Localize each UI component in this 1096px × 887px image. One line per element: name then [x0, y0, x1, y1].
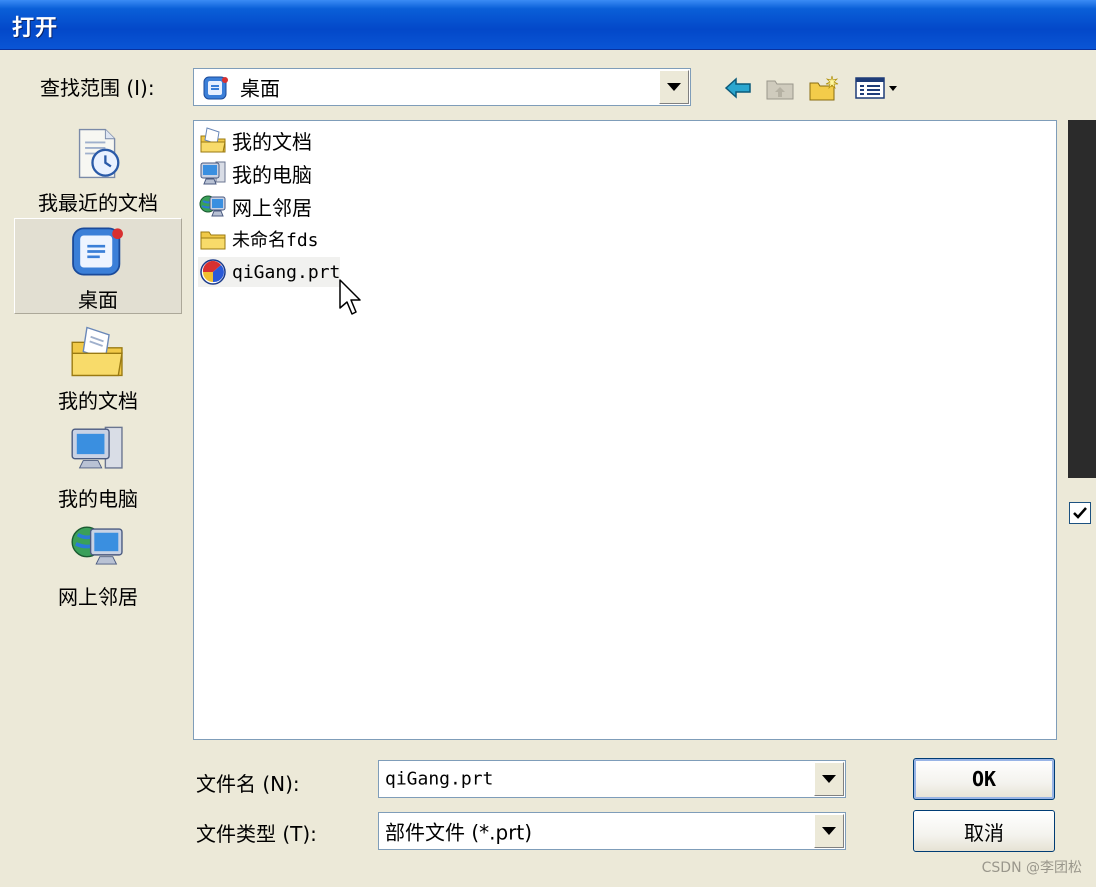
place-label: 我最近的文档: [38, 191, 158, 215]
filename-input[interactable]: qiGang.prt: [385, 769, 493, 790]
list-item[interactable]: 我的文档: [198, 125, 312, 155]
title-bar[interactable]: 打开: [0, 0, 1096, 50]
filetype-dropdown-button[interactable]: [814, 814, 844, 848]
list-item[interactable]: qiGang.prt: [198, 257, 341, 287]
filetype-value: 部件文件 (*.prt): [385, 820, 533, 845]
back-arrow-icon: [724, 77, 751, 99]
part-file-icon: [200, 259, 226, 285]
place-label: 我的文档: [58, 389, 138, 413]
lookin-label: 查找范围 (I):: [40, 76, 155, 100]
filename-combo[interactable]: qiGang.prt: [378, 760, 846, 798]
preview-panel: [1068, 120, 1096, 478]
list-item[interactable]: 未命名fds: [198, 224, 319, 254]
network-places-icon: [199, 195, 226, 217]
place-network[interactable]: 网上邻居: [14, 514, 182, 610]
desktop-icon: [72, 227, 123, 276]
place-label: 我的电脑: [58, 487, 138, 511]
file-name: 我的文档: [232, 129, 312, 154]
file-list[interactable]: 我的文档 我的电脑 网上邻居 未命名fds qiGang.prt: [193, 120, 1057, 740]
new-folder-button[interactable]: [808, 72, 840, 104]
recent-documents-icon: [78, 128, 120, 179]
my-computer-icon: [71, 426, 123, 469]
ok-button-label: OK: [971, 767, 997, 791]
preview-checkbox[interactable]: [1069, 502, 1091, 524]
filetype-combo[interactable]: 部件文件 (*.prt): [378, 812, 846, 850]
filetype-label: 文件类型 (T):: [196, 822, 317, 846]
place-recent-documents[interactable]: 我最近的文档: [14, 120, 182, 216]
up-folder-icon: [766, 80, 794, 100]
place-label: 网上邻居: [58, 585, 138, 609]
checkmark-icon: [1073, 507, 1087, 519]
filename-label: 文件名 (N):: [196, 772, 300, 796]
place-my-computer[interactable]: 我的电脑: [14, 416, 182, 512]
watermark: CSDN @李团松: [981, 860, 1082, 876]
chevron-down-icon: [822, 775, 836, 783]
file-name: 未命名fds: [232, 230, 319, 251]
chevron-down-icon: [822, 827, 836, 835]
back-button[interactable]: [722, 72, 754, 104]
place-my-documents[interactable]: 我的文档: [14, 318, 182, 414]
network-places-icon: [71, 526, 123, 565]
places-bar: 我最近的文档 桌面 我的文档 我的电脑 网上邻居: [14, 120, 182, 740]
view-menu-icon: [855, 77, 897, 99]
chevron-down-icon: [667, 83, 681, 91]
up-folder-button[interactable]: [764, 72, 796, 104]
lookin-dropdown-button[interactable]: [659, 70, 689, 104]
file-name: 网上邻居: [232, 195, 312, 220]
desktop-icon: [202, 74, 230, 106]
window-title: 打开: [12, 16, 59, 41]
my-computer-icon: [200, 161, 226, 185]
ok-button[interactable]: OK: [913, 758, 1055, 800]
cancel-button[interactable]: 取消: [913, 810, 1055, 852]
list-item[interactable]: 我的电脑: [198, 158, 312, 188]
filename-dropdown-button[interactable]: [814, 762, 844, 796]
folder-icon: [200, 231, 226, 250]
mouse-cursor-icon: [339, 279, 361, 315]
my-documents-icon: [200, 127, 226, 153]
place-desktop[interactable]: 桌面: [14, 218, 182, 314]
place-label: 桌面: [78, 288, 118, 312]
cancel-button-label: 取消: [964, 820, 1004, 845]
lookin-value: 桌面: [240, 76, 280, 101]
file-name: 我的电脑: [232, 162, 312, 187]
list-item[interactable]: 网上邻居: [198, 191, 312, 221]
view-menu-button[interactable]: [852, 72, 902, 104]
my-documents-icon: [71, 326, 123, 377]
lookin-combo[interactable]: 桌面: [193, 68, 691, 106]
new-folder-icon: [809, 75, 839, 101]
file-name: qiGang.prt: [232, 261, 341, 283]
